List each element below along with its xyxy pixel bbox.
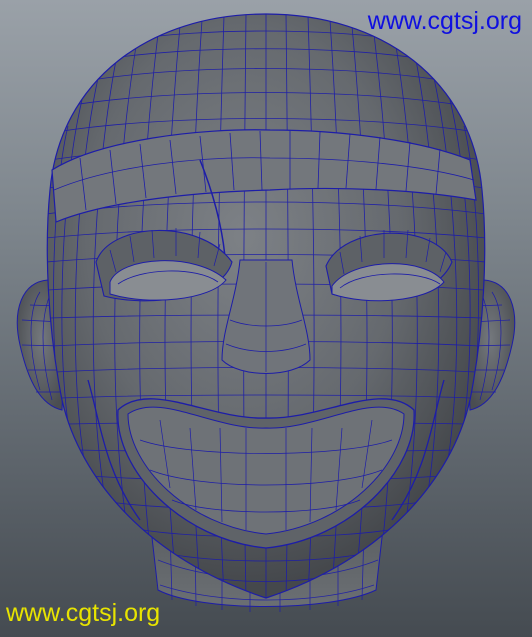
watermark-top: www.cgtsj.org	[367, 7, 522, 35]
head-model-render	[16, 13, 516, 612]
3d-viewport[interactable]: www.cgtsj.org www.cgtsj.org	[0, 0, 532, 637]
watermark-bottom: www.cgtsj.org	[6, 599, 161, 627]
